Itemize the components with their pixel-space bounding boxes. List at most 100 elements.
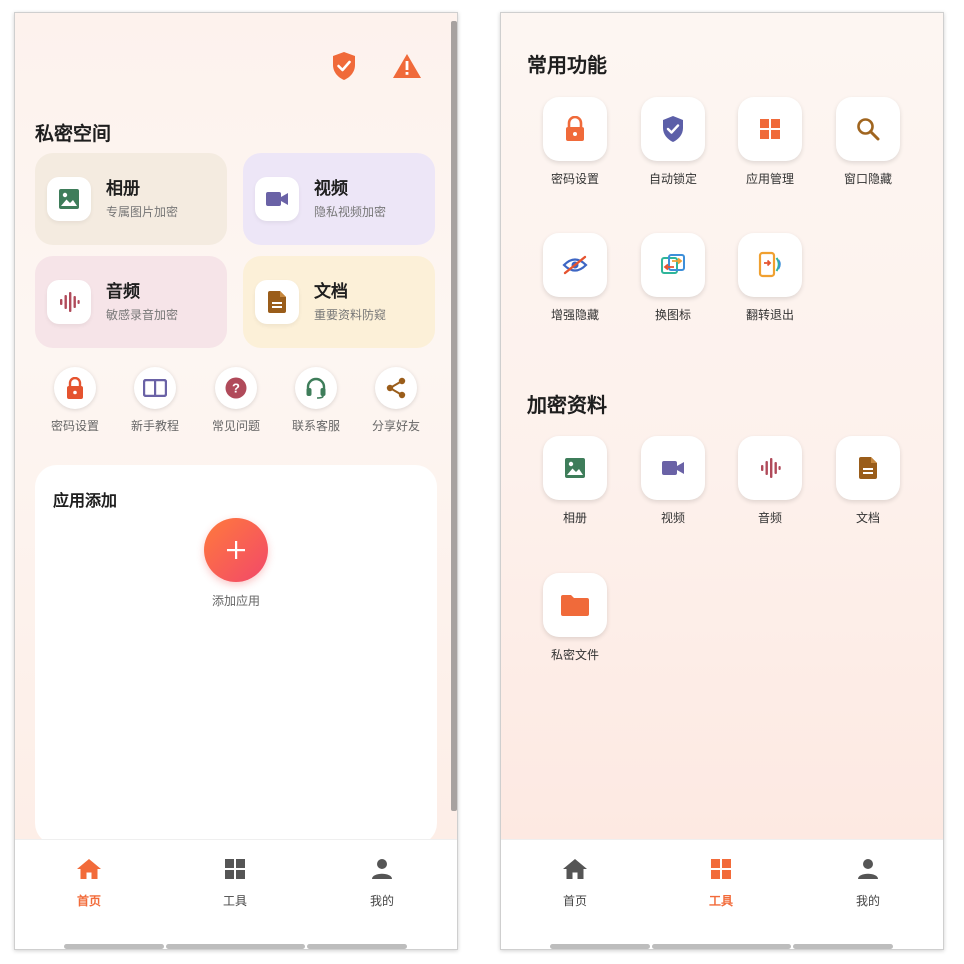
gesture-bar (307, 944, 407, 949)
gesture-bar (550, 944, 650, 949)
nav-label: 我的 (855, 894, 880, 908)
nav-mine[interactable]: 我的 (828, 858, 908, 909)
add-app-label: 添加应用 (211, 594, 260, 608)
card-subtitle: 专属图片加密 (106, 205, 179, 219)
nav-tools[interactable]: 工具 (195, 858, 275, 909)
tool-document[interactable]: 文档 (823, 436, 913, 526)
search-icon (836, 97, 900, 161)
tool-change-icon[interactable]: 换图标 (628, 233, 718, 323)
tool-flip-exit[interactable]: 翻转退出 (725, 233, 815, 323)
tool-enhanced-hide[interactable]: 增强隐藏 (530, 233, 620, 323)
lock-icon (543, 97, 607, 161)
shortcut-support[interactable]: 联系客服 (281, 367, 351, 434)
share-icon (375, 367, 417, 409)
nav-label: 首页 (76, 894, 101, 908)
phone-flip-icon (738, 233, 802, 297)
card-subtitle: 敏感录音加密 (106, 308, 179, 322)
tool-label: 相册 (562, 511, 587, 525)
tool-label: 自动锁定 (648, 172, 697, 186)
svg-text:?: ? (232, 381, 240, 396)
video-camera-icon (255, 177, 299, 221)
video-camera-icon (641, 436, 705, 500)
shield-check-icon[interactable] (329, 51, 359, 81)
warning-icon[interactable] (392, 51, 422, 81)
card-audio[interactable]: 音频 敏感录音加密 (35, 256, 227, 348)
audio-wave-icon (47, 280, 91, 324)
book-icon (134, 367, 176, 409)
tool-audio[interactable]: 音频 (725, 436, 815, 526)
tool-label: 应用管理 (745, 172, 794, 186)
audio-wave-icon (738, 436, 802, 500)
card-title: 相册 (106, 179, 140, 199)
headset-icon (295, 367, 337, 409)
tool-label: 换图标 (654, 308, 691, 322)
app-add-panel: 应用添加 添加应用 (35, 465, 437, 845)
plus-icon (227, 541, 245, 559)
nav-label: 工具 (222, 894, 247, 908)
tool-label: 文档 (855, 511, 880, 525)
tool-label: 密码设置 (550, 172, 599, 186)
gesture-bar (64, 944, 164, 949)
tool-app-management[interactable]: 应用管理 (725, 97, 815, 187)
shortcut-label: 新手教程 (130, 419, 179, 433)
tool-password[interactable]: 密码设置 (530, 97, 620, 187)
shortcut-label: 联系客服 (291, 419, 340, 433)
tools-screen: 常用功能 密码设置 自动锁定 应用管理 窗口隐藏 增强隐藏 换图标 翻转退出 加… (500, 12, 944, 950)
home-screen: 私密空间 相册 专属图片加密 视频 隐私视频加密 音频 敏感录音加密 文档 重要… (14, 12, 458, 950)
private-space-title: 私密空间 (35, 123, 112, 145)
card-subtitle: 隐私视频加密 (314, 205, 387, 219)
tool-label: 音频 (757, 511, 782, 525)
bottom-nav: 首页 工具 我的 (501, 839, 943, 949)
scrollbar[interactable] (451, 21, 457, 811)
home-icon (563, 859, 587, 879)
nav-label: 工具 (708, 894, 733, 908)
card-title: 文档 (314, 282, 348, 302)
tool-label: 视频 (660, 511, 685, 525)
eye-off-icon (543, 233, 607, 297)
question-icon: ? (215, 367, 257, 409)
tool-video[interactable]: 视频 (628, 436, 718, 526)
tool-label: 增强隐藏 (550, 308, 599, 322)
gesture-bar (652, 944, 791, 949)
document-icon (836, 436, 900, 500)
tool-private-files[interactable]: 私密文件 (530, 573, 620, 663)
nav-label: 首页 (562, 894, 587, 908)
nav-mine[interactable]: 我的 (342, 858, 422, 909)
shortcut-label: 密码设置 (50, 419, 99, 433)
image-icon (47, 177, 91, 221)
lock-icon (54, 367, 96, 409)
tool-label: 窗口隐藏 (843, 172, 892, 186)
grid-icon (711, 859, 731, 879)
card-title: 视频 (314, 179, 348, 199)
card-title: 音频 (106, 282, 140, 302)
tool-window-hide[interactable]: 窗口隐藏 (823, 97, 913, 187)
tool-album[interactable]: 相册 (530, 436, 620, 526)
shortcut-tutorial[interactable]: 新手教程 (120, 367, 190, 434)
tool-label: 私密文件 (550, 648, 599, 662)
image-icon (543, 436, 607, 500)
common-functions-title: 常用功能 (527, 53, 607, 77)
shortcut-faq[interactable]: ? 常见问题 (201, 367, 271, 434)
shortcut-label: 常见问题 (211, 419, 260, 433)
shortcut-share[interactable]: 分享好友 (361, 367, 431, 434)
home-icon (77, 859, 101, 879)
card-document[interactable]: 文档 重要资料防窥 (243, 256, 435, 348)
card-video[interactable]: 视频 隐私视频加密 (243, 153, 435, 245)
tool-auto-lock[interactable]: 自动锁定 (628, 97, 718, 187)
card-subtitle: 重要资料防窥 (314, 308, 387, 322)
folder-icon (543, 573, 607, 637)
nav-label: 我的 (369, 894, 394, 908)
card-album[interactable]: 相册 专属图片加密 (35, 153, 227, 245)
nav-tools[interactable]: 工具 (681, 858, 761, 909)
nav-home[interactable]: 首页 (535, 858, 615, 909)
person-icon (372, 859, 392, 879)
shortcut-label: 分享好友 (371, 419, 420, 433)
gesture-bar (166, 944, 305, 949)
shortcut-password[interactable]: 密码设置 (40, 367, 110, 434)
gesture-bar (793, 944, 893, 949)
nav-home[interactable]: 首页 (49, 858, 129, 909)
grid-icon (225, 859, 245, 879)
shield-check-icon (641, 97, 705, 161)
add-app-button[interactable] (204, 518, 268, 582)
person-icon (858, 859, 878, 879)
